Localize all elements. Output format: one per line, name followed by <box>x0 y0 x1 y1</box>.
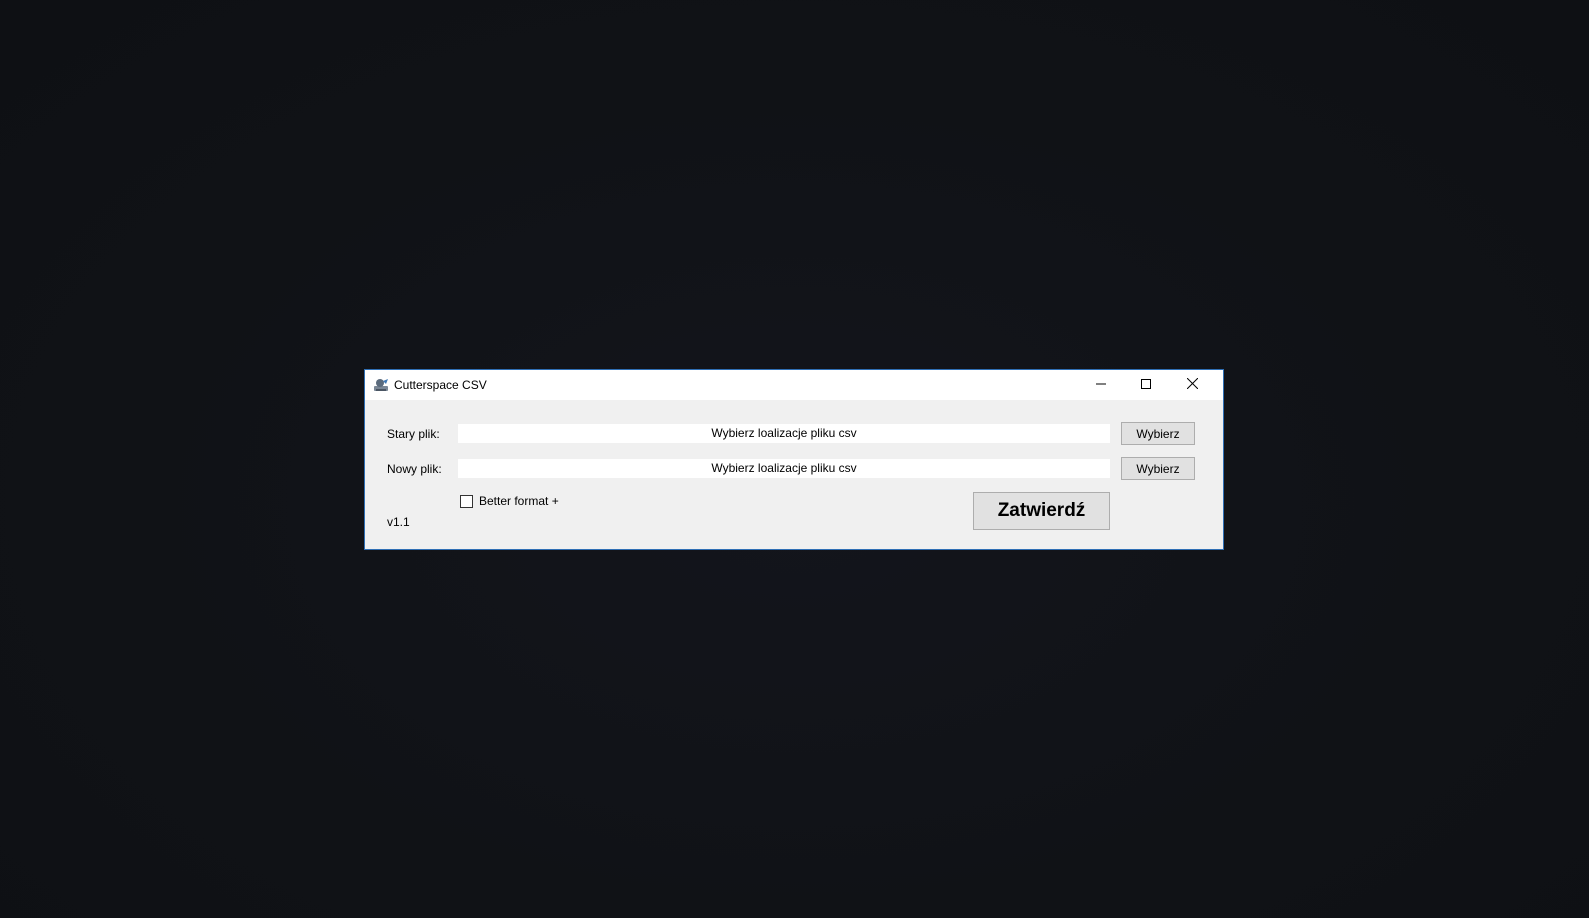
close-button[interactable] <box>1169 370 1215 400</box>
choose-new-file-button[interactable]: Wybierz <box>1121 457 1195 480</box>
old-file-label: Stary plik: <box>387 427 440 441</box>
maximize-icon <box>1141 376 1151 394</box>
app-icon <box>373 377 389 393</box>
new-file-path-field[interactable]: Wybierz loalizacje pliku csv <box>458 459 1110 478</box>
version-label: v1.1 <box>387 515 410 529</box>
app-window: Cutterspace CSV Stary plik: Wybierz loal… <box>364 369 1224 550</box>
better-format-checkbox[interactable] <box>460 494 473 508</box>
window-title: Cutterspace CSV <box>394 378 487 392</box>
choose-old-file-button[interactable]: Wybierz <box>1121 422 1195 445</box>
minimize-icon <box>1096 376 1106 394</box>
better-format-option[interactable]: Better format + <box>460 494 559 508</box>
close-icon <box>1186 376 1198 394</box>
title-bar[interactable]: Cutterspace CSV <box>365 370 1223 400</box>
submit-button[interactable]: Zatwierdź <box>973 492 1110 530</box>
maximize-button[interactable] <box>1123 370 1169 400</box>
better-format-label[interactable]: Better format + <box>479 494 559 508</box>
minimize-button[interactable] <box>1078 370 1124 400</box>
old-file-path-field[interactable]: Wybierz loalizacje pliku csv <box>458 424 1110 443</box>
new-file-label: Nowy plik: <box>387 462 442 476</box>
